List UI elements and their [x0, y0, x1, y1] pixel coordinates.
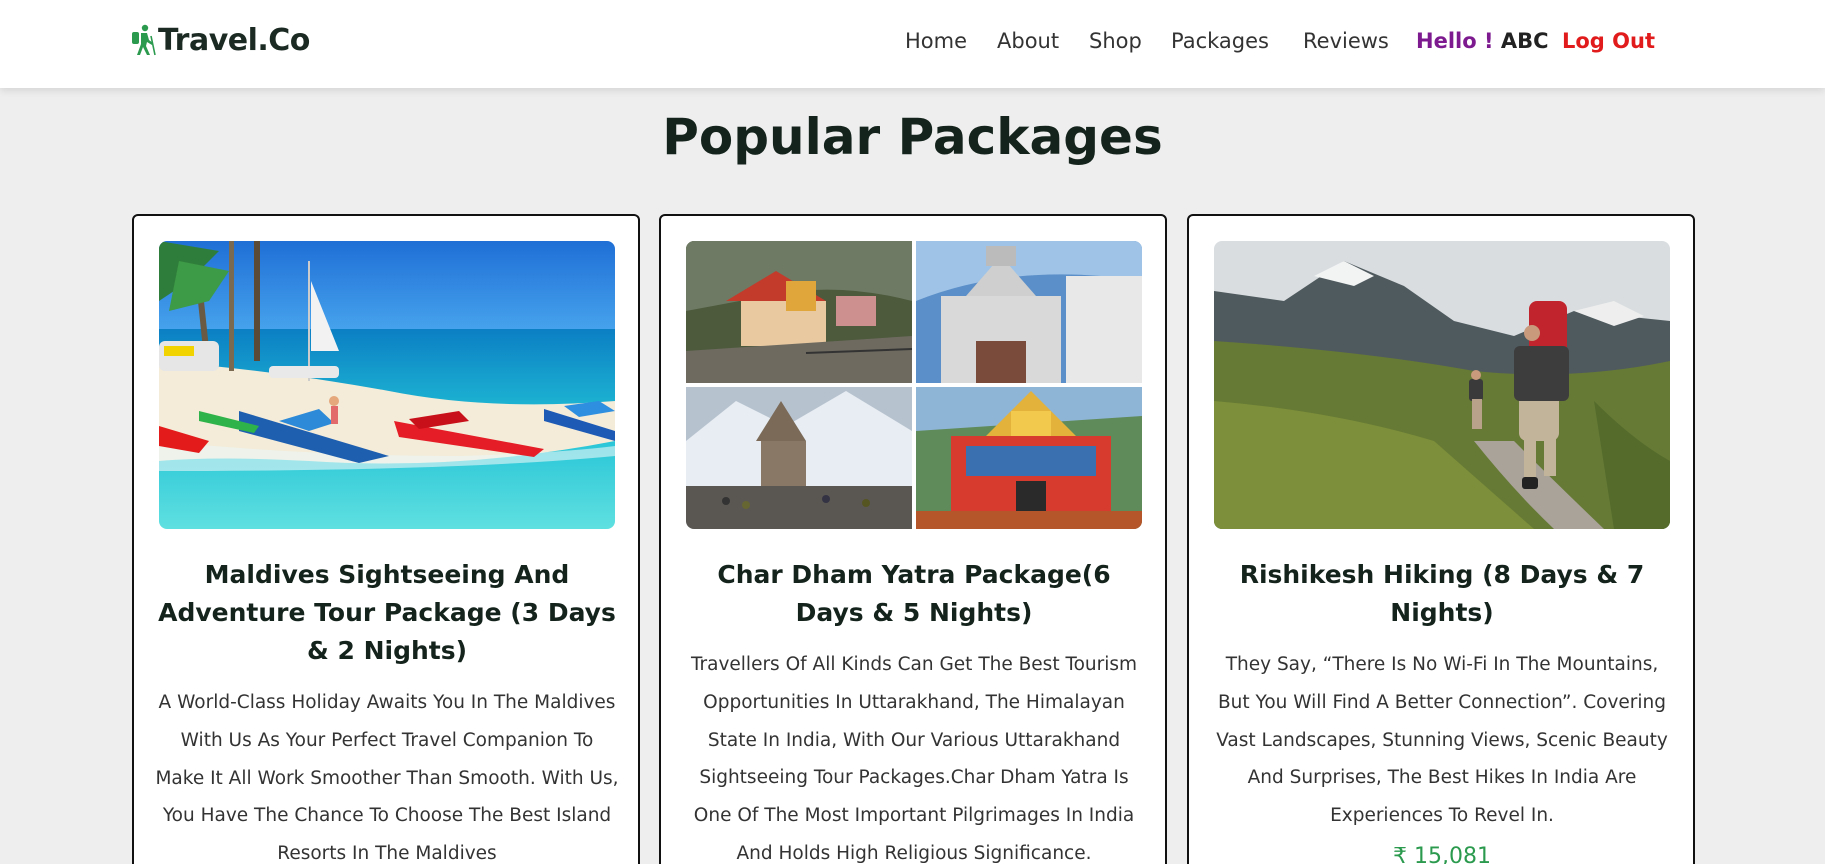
hiker-icon: [132, 24, 156, 56]
package-card: Rishikesh Hiking (8 Days & 7 Nights) The…: [1187, 214, 1695, 864]
package-description: They Say, “There Is No Wi-Fi In The Moun…: [1216, 654, 1668, 827]
page-title: Popular Packages: [662, 108, 1163, 166]
package-image-maldives: [159, 241, 615, 529]
brand-name: Travel.Co: [158, 22, 310, 58]
package-title: Char Dham Yatra Package(6 Days & 5 Night…: [717, 560, 1111, 627]
user-greeting: Hello ! ABC: [1416, 29, 1549, 53]
brand-logo[interactable]: Travel.Co: [130, 20, 310, 60]
nav-shop[interactable]: Shop: [1089, 29, 1142, 53]
package-description: A World-Class Holiday Awaits You In The …: [155, 692, 619, 864]
package-price: ₹ 15,081: [1393, 844, 1491, 864]
greeting-text: Hello !: [1416, 29, 1494, 53]
nav-home[interactable]: Home: [905, 29, 967, 53]
package-card: Char Dham Yatra Package(6 Days & 5 Night…: [659, 214, 1167, 864]
package-image-rishikesh: [1214, 241, 1670, 529]
package-image-char-dham: [686, 241, 1142, 529]
nav-about[interactable]: About: [997, 29, 1059, 53]
package-description: Travellers Of All Kinds Can Get The Best…: [690, 654, 1138, 864]
username: ABC: [1500, 29, 1549, 53]
nav-reviews[interactable]: Reviews: [1303, 29, 1389, 53]
site-header: Travel.Co Home About Shop Packages Revie…: [0, 0, 1825, 88]
package-title: Maldives Sightseeing And Adventure Tour …: [158, 560, 616, 665]
package-title: Rishikesh Hiking (8 Days & 7 Nights): [1239, 560, 1645, 627]
nav-packages[interactable]: Packages: [1171, 29, 1269, 53]
package-card: Maldives Sightseeing And Adventure Tour …: [132, 214, 640, 864]
logout-link[interactable]: Log Out: [1562, 29, 1655, 53]
